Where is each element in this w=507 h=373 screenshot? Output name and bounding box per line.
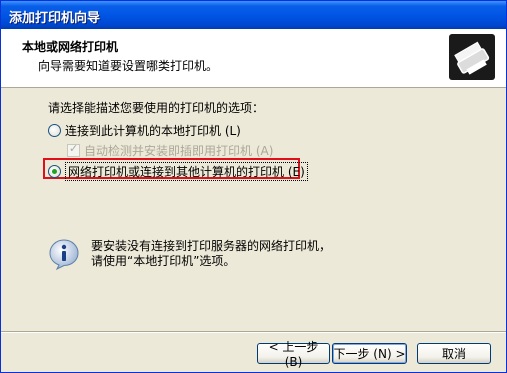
info-line-1: 要安装没有连接到打印服务器的网络打印机， — [91, 239, 332, 253]
wizard-window: 添加打印机向导 本地或网络打印机 向导需要知道要设置哪类打印机。 请选择能描述您… — [0, 0, 507, 373]
footer-divider — [1, 331, 506, 333]
network-printer-label[interactable]: 网络打印机或连接到其他计算机的打印机 (E) — [65, 162, 308, 181]
printer-icon — [449, 34, 495, 80]
back-button[interactable]: < 上一步 (B) — [257, 340, 330, 369]
header-title: 本地或网络打印机 — [22, 40, 119, 54]
next-button[interactable]: 下一步 (N) > — [332, 343, 407, 364]
option-network-printer[interactable]: 网络打印机或连接到其他计算机的打印机 (E) — [48, 162, 308, 181]
auto-detect-checkbox — [67, 142, 80, 157]
info-line-2: 请使用“本地打印机”选项。 — [91, 254, 236, 268]
info-message: 要安装没有连接到打印服务器的网络打印机， 请使用“本地打印机”选项。 — [91, 239, 331, 269]
network-printer-radio[interactable] — [48, 165, 61, 178]
window-title: 添加打印机向导 — [9, 11, 101, 26]
title-bar[interactable]: 添加打印机向导 — [1, 1, 506, 29]
info-icon — [49, 239, 79, 270]
cancel-button[interactable]: 取消 — [417, 343, 491, 364]
local-printer-label[interactable]: 连接到此计算机的本地打印机 (L) — [65, 122, 241, 139]
local-printer-radio[interactable] — [48, 124, 61, 137]
prompt-label: 请选择能描述您要使用的打印机的选项： — [48, 101, 265, 115]
option-local-printer[interactable]: 连接到此计算机的本地打印机 (L) — [48, 122, 241, 139]
wizard-header: 本地或网络打印机 向导需要知道要设置哪类打印机。 — [1, 29, 506, 88]
header-subtitle: 向导需要知道要设置哪类打印机。 — [38, 59, 219, 73]
option-auto-detect: 自动检测并安装即插即用打印机 (A) — [67, 142, 273, 159]
auto-detect-label: 自动检测并安装即插即用打印机 (A) — [84, 144, 274, 158]
